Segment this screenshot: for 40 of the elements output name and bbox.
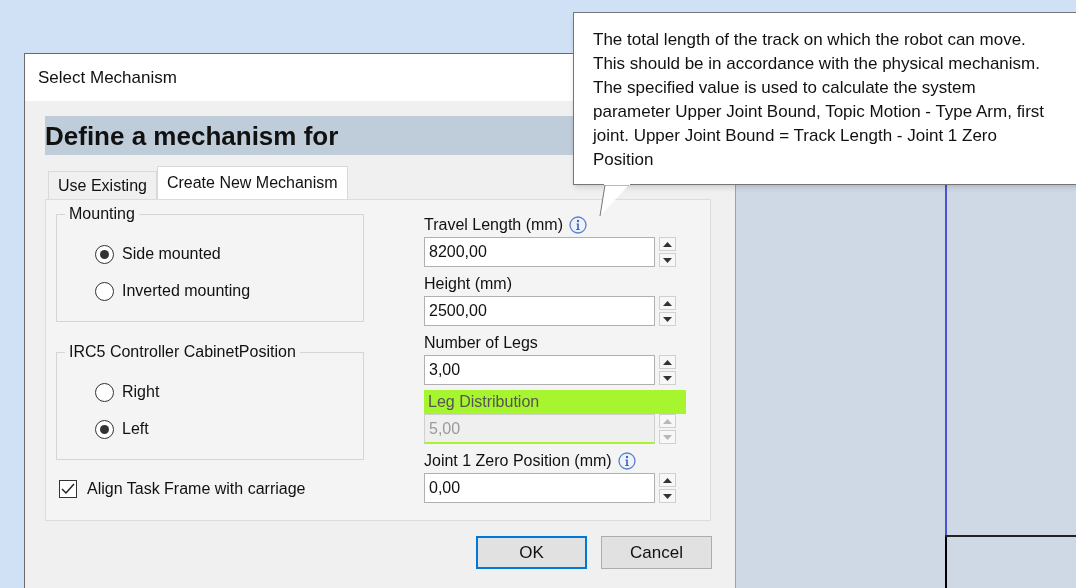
number-field[interactable]: 2500,00 (424, 296, 655, 326)
up-arrow-icon (663, 359, 672, 365)
spin-up-button[interactable] (659, 237, 676, 251)
field-label: Height (mm) (424, 274, 512, 294)
up-arrow-icon (663, 241, 672, 247)
number-field[interactable]: 8200,00 (424, 237, 655, 267)
heading: Define a mechanism for (45, 122, 339, 149)
spin-down-button[interactable] (659, 312, 676, 326)
number-field[interactable]: 3,00 (424, 355, 655, 385)
field-label: Leg Distribution (428, 392, 540, 412)
up-arrow-icon (663, 477, 672, 483)
dialog-button[interactable]: Cancel (601, 536, 712, 569)
down-arrow-icon (663, 493, 672, 499)
tab[interactable]: Use Existing (48, 171, 157, 199)
tab[interactable]: Create New Mechanism (156, 166, 348, 199)
spin-down-button[interactable] (659, 489, 676, 503)
field-label: Number of Legs (424, 333, 538, 353)
spin-up-button[interactable] (659, 473, 676, 487)
down-arrow-icon (663, 257, 672, 263)
window-title: Select Mechanism (38, 66, 177, 89)
down-arrow-icon (663, 434, 672, 440)
radio-option[interactable]: Right (95, 380, 363, 404)
radio-option[interactable]: Side mounted (95, 242, 363, 266)
group-title: Mounting (65, 205, 139, 223)
up-arrow-icon (663, 300, 672, 306)
down-arrow-icon (663, 316, 672, 322)
checkbox-option[interactable]: Align Task Frame with carriage (59, 477, 386, 501)
tooltip-text: The total length of the track on which the robot can move. This should be in accordance with the physical mechanism. The specified value is used to calculate the system parameter Upper Joint Bound, Topic Motion - Type Arm, first joint. Upper Joint Bound = Track Length - Joint 1 Zero Position (593, 29, 1046, 171)
spin-down-button[interactable] (659, 253, 676, 267)
radio-option[interactable]: Left (95, 417, 363, 441)
up-arrow-icon (663, 418, 672, 424)
down-arrow-icon (663, 375, 672, 381)
radio-option[interactable]: Inverted mounting (95, 279, 363, 303)
field-label: Joint 1 Zero Position (mm) (424, 451, 612, 471)
dialog-button[interactable]: OK (476, 536, 587, 569)
field-label: Travel Length (mm) (424, 215, 563, 235)
spin-up-button[interactable] (659, 355, 676, 369)
number-field[interactable]: 0,00 (424, 473, 655, 503)
spin-down-button[interactable] (659, 371, 676, 385)
spin-up-button[interactable] (659, 296, 676, 310)
